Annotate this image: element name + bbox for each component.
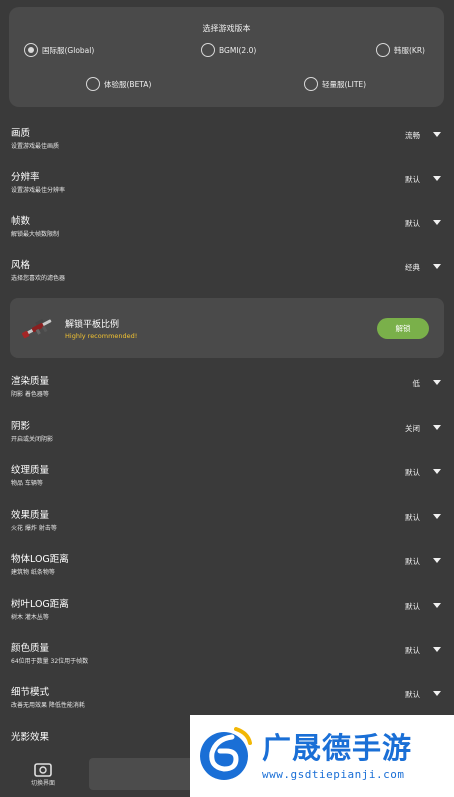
setting-value: 默认: [405, 468, 420, 477]
setting-title: 效果质量: [11, 510, 50, 521]
setting-subtitle: 火花 爆炸 射击等: [11, 525, 57, 532]
radio-unchecked-icon: [304, 77, 318, 91]
dropdown-caret-icon[interactable]: [433, 514, 441, 519]
dropdown-caret-icon[interactable]: [433, 603, 441, 608]
setting-title: 阴影: [11, 421, 31, 432]
setting-title: 帧数: [11, 216, 31, 227]
setting-value: 默认: [405, 602, 420, 611]
dropdown-caret-icon[interactable]: [433, 132, 441, 137]
watermark-logo: [200, 727, 252, 780]
watermark-title: 广晟德手游: [262, 731, 413, 765]
version-option-label: 韩服(KR): [394, 45, 425, 55]
dropdown-caret-icon[interactable]: [433, 691, 441, 696]
dropdown-caret-icon[interactable]: [433, 220, 441, 225]
version-selector-title: 选择游戏版本: [202, 24, 251, 33]
setting-title: 画质: [11, 128, 31, 139]
version-option-label: 国际服(Global): [42, 45, 95, 55]
setting-title: 光影效果: [11, 732, 50, 743]
version-option-lite[interactable]: 轻量服(LITE): [304, 77, 366, 91]
dropdown-caret-icon[interactable]: [433, 176, 441, 181]
dropdown-caret-icon[interactable]: [433, 647, 441, 652]
setting-subtitle: 选择您喜欢的滤色器: [11, 275, 66, 282]
radio-unchecked-icon: [201, 43, 215, 57]
radio-unchecked-icon: [376, 43, 390, 57]
radio-unchecked-icon: [86, 77, 100, 91]
unlock-card-subtitle: Highly recommended!: [65, 332, 138, 340]
setting-value: 关闭: [405, 424, 420, 433]
version-option-bgmi[interactable]: BGMI(2.0): [201, 43, 256, 57]
radio-checked-icon: [24, 43, 38, 57]
rifle-icon: [21, 318, 52, 339]
setting-subtitle: 改善无用效果 降低性能消耗: [11, 702, 85, 709]
setting-value: 流畅: [405, 131, 420, 140]
setting-subtitle: 设置游戏最佳画质: [11, 143, 60, 150]
setting-value: 默认: [405, 175, 420, 184]
setting-row-resolution[interactable]: 分辨率 设置游戏最佳分辨率 默认: [0, 166, 454, 210]
setting-row-texture-quality[interactable]: 纹理质量 物品 车辆等 默认: [0, 459, 454, 503]
setting-row-render-quality[interactable]: 渲染质量 阴影 着色器等 低: [0, 370, 454, 414]
watermark-url: www.gsdtiepianji.com: [262, 768, 405, 781]
setting-row-quality[interactable]: 画质 设置游戏最佳画质 流畅: [0, 122, 454, 166]
setting-row-shadow[interactable]: 阴影 开启或关闭阴影 关闭: [0, 415, 454, 459]
unlock-card-title: 解锁平板比例: [65, 320, 120, 330]
setting-subtitle: 解锁最大帧数限制: [11, 231, 60, 238]
setting-row-effect-quality[interactable]: 效果质量 火花 爆炸 射击等 默认: [0, 504, 454, 548]
setting-row-color-quality[interactable]: 颜色质量 64位用于数量 32位用于帧数 默认: [0, 637, 454, 681]
bottom-bar-field[interactable]: [89, 758, 199, 790]
version-option-label: 体验服(BETA): [104, 79, 152, 89]
unlock-ratio-card: 解锁平板比例 Highly recommended! 解锁: [10, 298, 444, 358]
setting-value: 默认: [405, 557, 420, 566]
version-option-label: BGMI(2.0): [219, 45, 257, 55]
setting-value: 经典: [405, 263, 420, 272]
dropdown-caret-icon[interactable]: [433, 264, 441, 269]
setting-subtitle: 开启或关闭阴影: [11, 436, 54, 443]
setting-subtitle: 阴影 着色器等: [11, 391, 49, 398]
setting-subtitle: 建筑物 纸条物等: [11, 569, 55, 576]
setting-title: 分辨率: [11, 172, 40, 183]
setting-row-object-lod[interactable]: 物体LOG距离 建筑物 纸条物等 默认: [0, 548, 454, 592]
setting-subtitle: 64位用于数量 32位用于帧数: [11, 658, 89, 665]
setting-subtitle: 物品 车辆等: [11, 480, 43, 487]
setting-value: 默认: [405, 219, 420, 228]
version-option-kr[interactable]: 韩服(KR): [376, 43, 425, 57]
setting-value: 默认: [405, 513, 420, 522]
dropdown-caret-icon[interactable]: [433, 380, 441, 385]
setting-title: 细节模式: [11, 687, 50, 698]
setting-title: 颜色质量: [11, 643, 50, 654]
setting-row-style[interactable]: 风格 选择您喜欢的滤色器 经典: [0, 254, 454, 298]
dropdown-caret-icon[interactable]: [433, 558, 441, 563]
setting-title: 树叶LOG距离: [11, 599, 69, 610]
setting-title: 纹理质量: [11, 465, 50, 476]
setting-title: 风格: [11, 260, 31, 271]
bottom-bar-label[interactable]: 切换界面: [31, 778, 55, 787]
dropdown-caret-icon[interactable]: [433, 469, 441, 474]
version-option-beta[interactable]: 体验服(BETA): [86, 77, 151, 91]
setting-title: 物体LOG距离: [11, 554, 69, 565]
unlock-button[interactable]: 解锁: [377, 318, 429, 339]
setting-subtitle: 设置游戏最佳分辨率: [11, 187, 66, 194]
setting-value: 默认: [405, 646, 420, 655]
version-option-label: 轻量服(LITE): [322, 79, 367, 89]
setting-row-foliage-lod[interactable]: 树叶LOG距离 树木 灌木丛等 默认: [0, 593, 454, 637]
setting-subtitle: 树木 灌木丛等: [11, 614, 49, 621]
setting-value: 默认: [405, 690, 420, 699]
version-selector-card: 选择游戏版本 国际服(Global) BGMI(2.0) 韩服(KR) 体验服(…: [9, 7, 444, 107]
setting-title: 渲染质量: [11, 376, 50, 387]
version-option-global[interactable]: 国际服(Global): [24, 43, 94, 57]
setting-value: 低: [412, 379, 421, 388]
dropdown-caret-icon[interactable]: [433, 425, 441, 430]
setting-row-fps[interactable]: 帧数 解锁最大帧数限制 默认: [0, 210, 454, 254]
watermark: 广晟德手游 www.gsdtiepianji.com: [190, 715, 454, 797]
